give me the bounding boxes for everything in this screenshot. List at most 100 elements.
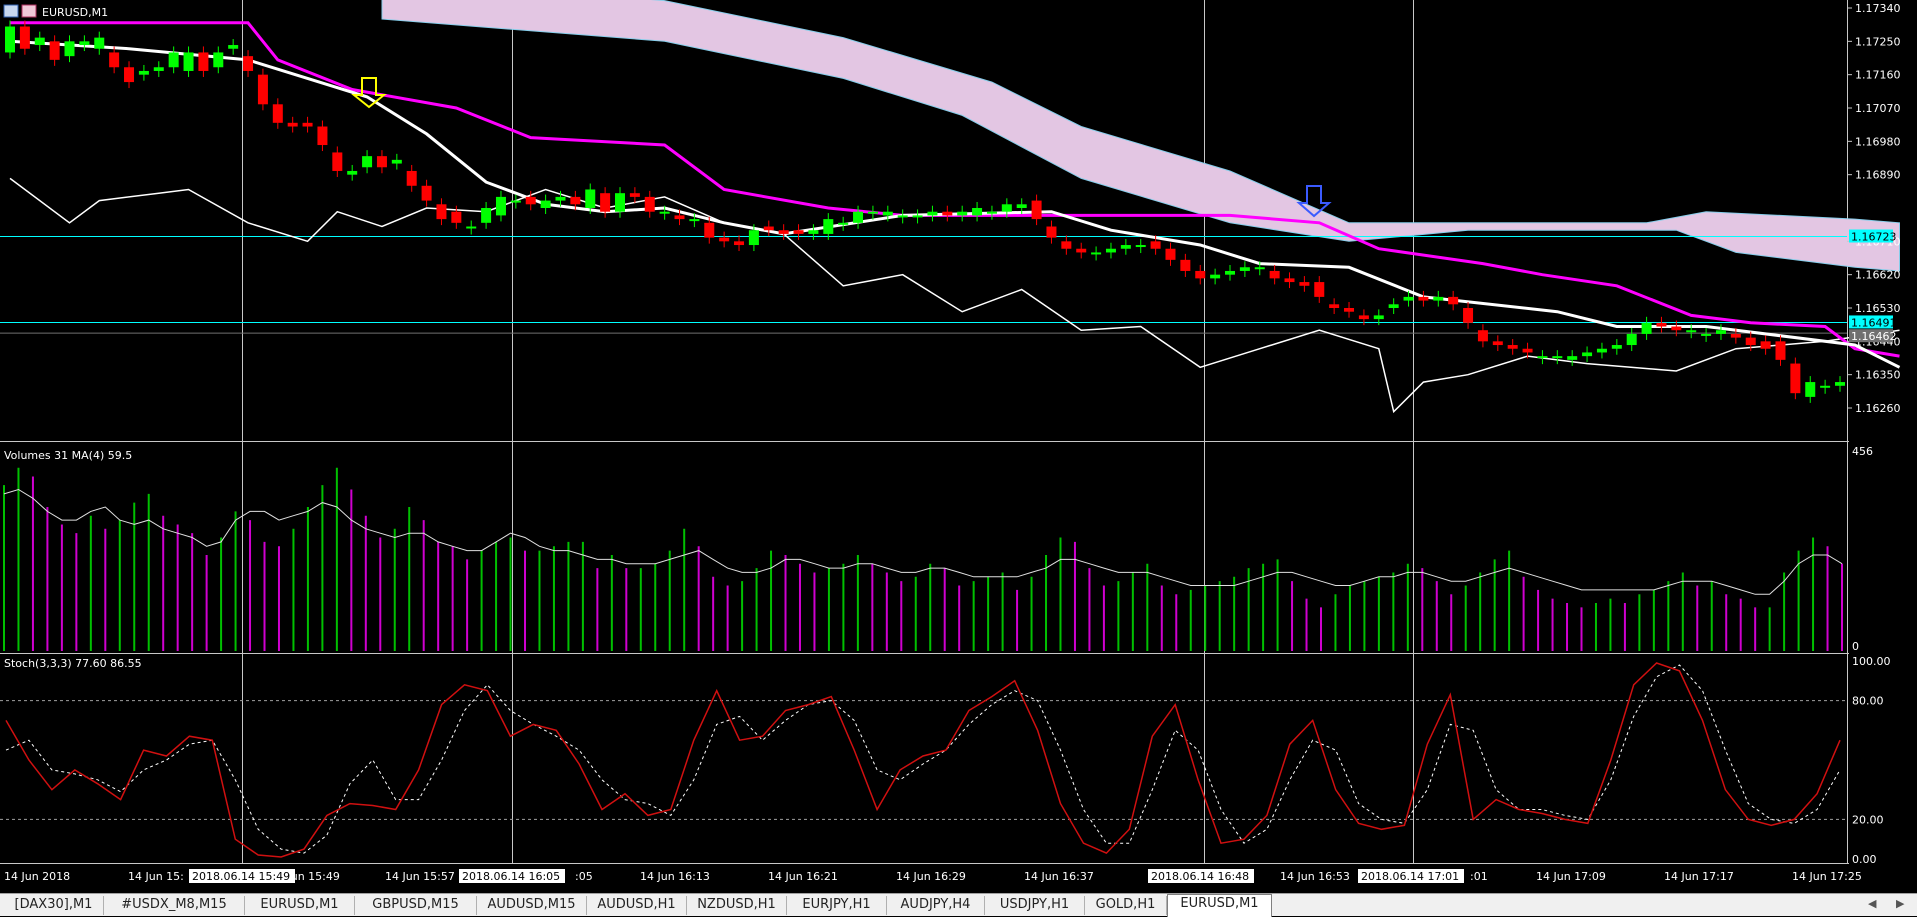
- candle-body: [481, 208, 492, 223]
- candle-body: [1835, 382, 1845, 386]
- candle-body: [942, 211, 953, 216]
- candle-body: [317, 126, 328, 146]
- time-axis-label: 14 Jun 16:21: [768, 870, 838, 883]
- tab-gbpusd-m15[interactable]: GBPUSD,M15: [355, 896, 477, 915]
- candle-body: [1358, 315, 1369, 320]
- candle-body: [1091, 252, 1102, 255]
- tab-usdx-m8-m15[interactable]: #USDX_M8,M15: [104, 896, 245, 915]
- chart-canvas[interactable]: 1.17340 1.17250 1.17160 1.17070 1.16980 1.168…: [0, 0, 1917, 893]
- time-axis-label: 14 Jun 15:57: [385, 870, 455, 883]
- candle-body: [555, 196, 566, 201]
- candle-body: [94, 37, 105, 49]
- candle-body: [1001, 204, 1012, 212]
- chart-title: EURUSD,M1: [42, 6, 108, 19]
- candle-body: [1596, 348, 1607, 353]
- tab-nzdusd-h1[interactable]: NZDUSD,H1: [687, 896, 787, 915]
- candle-body: [183, 52, 194, 71]
- candle-body: [734, 241, 745, 246]
- candle-body: [882, 211, 893, 216]
- tab-eurusd-m1[interactable]: EURUSD,M1: [1167, 894, 1272, 917]
- hline-price-tag-label: 1.16462: [1851, 330, 1897, 343]
- crosshair-time-tag-label: 2018.06.14 16:05: [462, 870, 560, 883]
- candle-body: [64, 41, 75, 57]
- candle-body: [1299, 282, 1310, 286]
- price-axis-label: 1.16530: [1855, 302, 1901, 315]
- candle-body: [659, 211, 670, 214]
- candle-body: [1582, 352, 1593, 357]
- candle-body: [1641, 322, 1652, 334]
- stochastic-axis-label: 0.00: [1852, 853, 1877, 866]
- tab-scroll-right-icon[interactable]: ▶: [1896, 897, 1904, 910]
- time-axis-label: 14 Jun 15:: [128, 870, 184, 883]
- candle-body: [778, 230, 789, 234]
- tab-eurjpy-h1[interactable]: EURJPY,H1: [787, 896, 887, 915]
- candle-body: [1165, 248, 1176, 260]
- chart-window: 1.17340 1.17250 1.17160 1.17070 1.16980 1.168…: [0, 0, 1917, 917]
- candle-body: [1567, 356, 1578, 360]
- tab-audjpy-h4[interactable]: AUDJPY,H4: [887, 896, 985, 915]
- candle-body: [1210, 274, 1221, 279]
- tab-usdjpy-h1[interactable]: USDJPY,H1: [985, 896, 1085, 915]
- candle-body: [674, 215, 685, 220]
- candle-body: [436, 204, 447, 220]
- candle-body: [1820, 385, 1831, 388]
- chart-window-menu-icon[interactable]: [3, 4, 19, 18]
- window-icons[interactable]: [3, 4, 37, 18]
- candle-body: [5, 26, 15, 53]
- candle-body: [644, 196, 655, 212]
- candle-body: [1418, 296, 1429, 301]
- crosshair-time-tag-label: 2018.06.14 15:49: [192, 870, 290, 883]
- tab-gold-h1[interactable]: GOLD,H1: [1085, 896, 1167, 915]
- tab-eurusd-m1[interactable]: EURUSD,M1: [245, 896, 355, 915]
- time-axis-label: 14 Jun 17:09: [1536, 870, 1606, 883]
- time-axis-label: 14 Jun 16:13: [640, 870, 710, 883]
- stochastic-signal-line: [5, 664, 1841, 854]
- candle-body: [1225, 270, 1235, 275]
- tab-dax30-m1[interactable]: [DAX30],M1: [4, 896, 104, 915]
- candle-body: [1135, 245, 1146, 248]
- candle-body: [1046, 226, 1057, 238]
- candle-body: [138, 70, 149, 75]
- price-axis-label: 1.16260: [1855, 402, 1901, 415]
- crosshair-time-tag-label: 2018.06.14 16:48: [1151, 870, 1249, 883]
- candle-body: [763, 226, 774, 231]
- candle-body: [1477, 330, 1488, 342]
- candle-body: [897, 215, 908, 218]
- candle-body: [704, 222, 715, 238]
- stochastic-axis-label: 100.00: [1852, 655, 1891, 668]
- candle-body: [1448, 296, 1459, 305]
- candle-body: [1522, 348, 1533, 353]
- price-axis-label: 1.16980: [1855, 135, 1901, 148]
- price-axis-label: 1.17340: [1855, 2, 1901, 15]
- price-axis-label: 1.16350: [1855, 369, 1901, 382]
- candle-body: [376, 156, 387, 168]
- stochastic-axis: 100.00 80.00 20.00 0.00: [1852, 655, 1891, 866]
- tab-audusd-m15[interactable]: AUDUSD,M15: [477, 896, 587, 915]
- tab-scroll-left-icon[interactable]: ◀: [1868, 897, 1876, 910]
- candle-body: [332, 152, 343, 171]
- candle-body: [525, 196, 536, 205]
- candle-body: [1344, 308, 1355, 312]
- candle-body: [570, 196, 581, 205]
- candle-body: [347, 170, 358, 175]
- candle-body: [1150, 241, 1161, 249]
- candle-body: [79, 41, 90, 46]
- time-axis-label: 14 Jun 17:25: [1792, 870, 1862, 883]
- candle-body: [808, 230, 819, 234]
- candle-body: [510, 200, 521, 203]
- candle-body: [1195, 270, 1206, 279]
- stochastic-panel-title: Stoch(3,3,3) 77.60 86.55: [4, 657, 142, 670]
- volume-axis-label: 456: [1852, 445, 1873, 458]
- candle-body: [1120, 245, 1131, 249]
- time-axis-label: 14 Jun 16:37: [1024, 870, 1094, 883]
- candle-body: [1031, 200, 1042, 220]
- candle-body: [213, 52, 224, 68]
- tab-audusd-h1[interactable]: AUDUSD,H1: [587, 896, 687, 915]
- candle-body: [451, 211, 462, 223]
- candle-body: [1388, 304, 1399, 308]
- candle-body: [1611, 345, 1622, 349]
- candle-body: [957, 211, 968, 216]
- candle-body: [629, 193, 640, 197]
- candle-body: [1492, 341, 1503, 346]
- candle-body: [287, 122, 298, 127]
